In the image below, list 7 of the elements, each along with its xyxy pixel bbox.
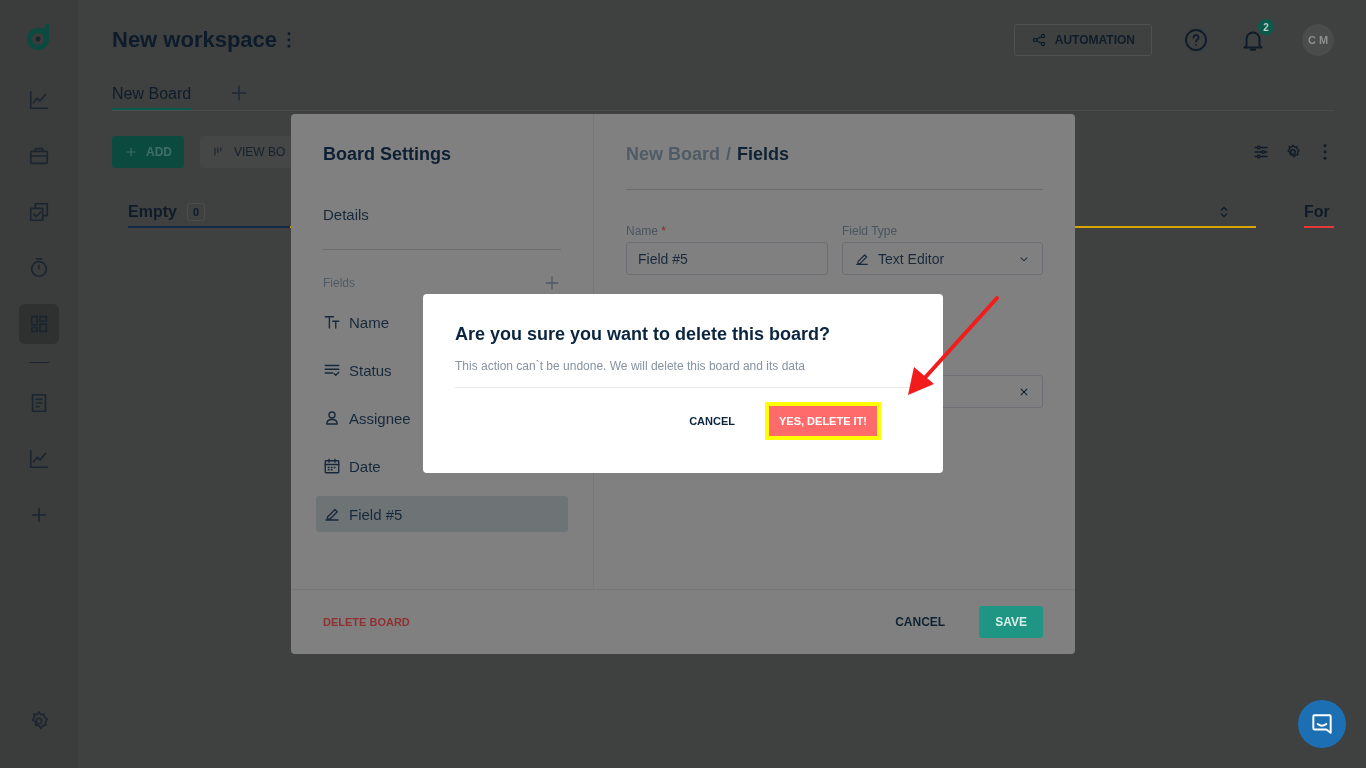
notification-badge: 2 [1258, 19, 1274, 35]
breadcrumb-separator: / [726, 144, 732, 165]
confirm-message: This action can`t be undone. We will delete this board and its data [455, 359, 911, 388]
dialog-title: Board Settings [323, 144, 452, 165]
confirm-title: Are you sure you want to delete this board? [455, 324, 832, 345]
breadcrumb-current: Fields [737, 144, 790, 165]
required-mark: * [661, 224, 667, 238]
